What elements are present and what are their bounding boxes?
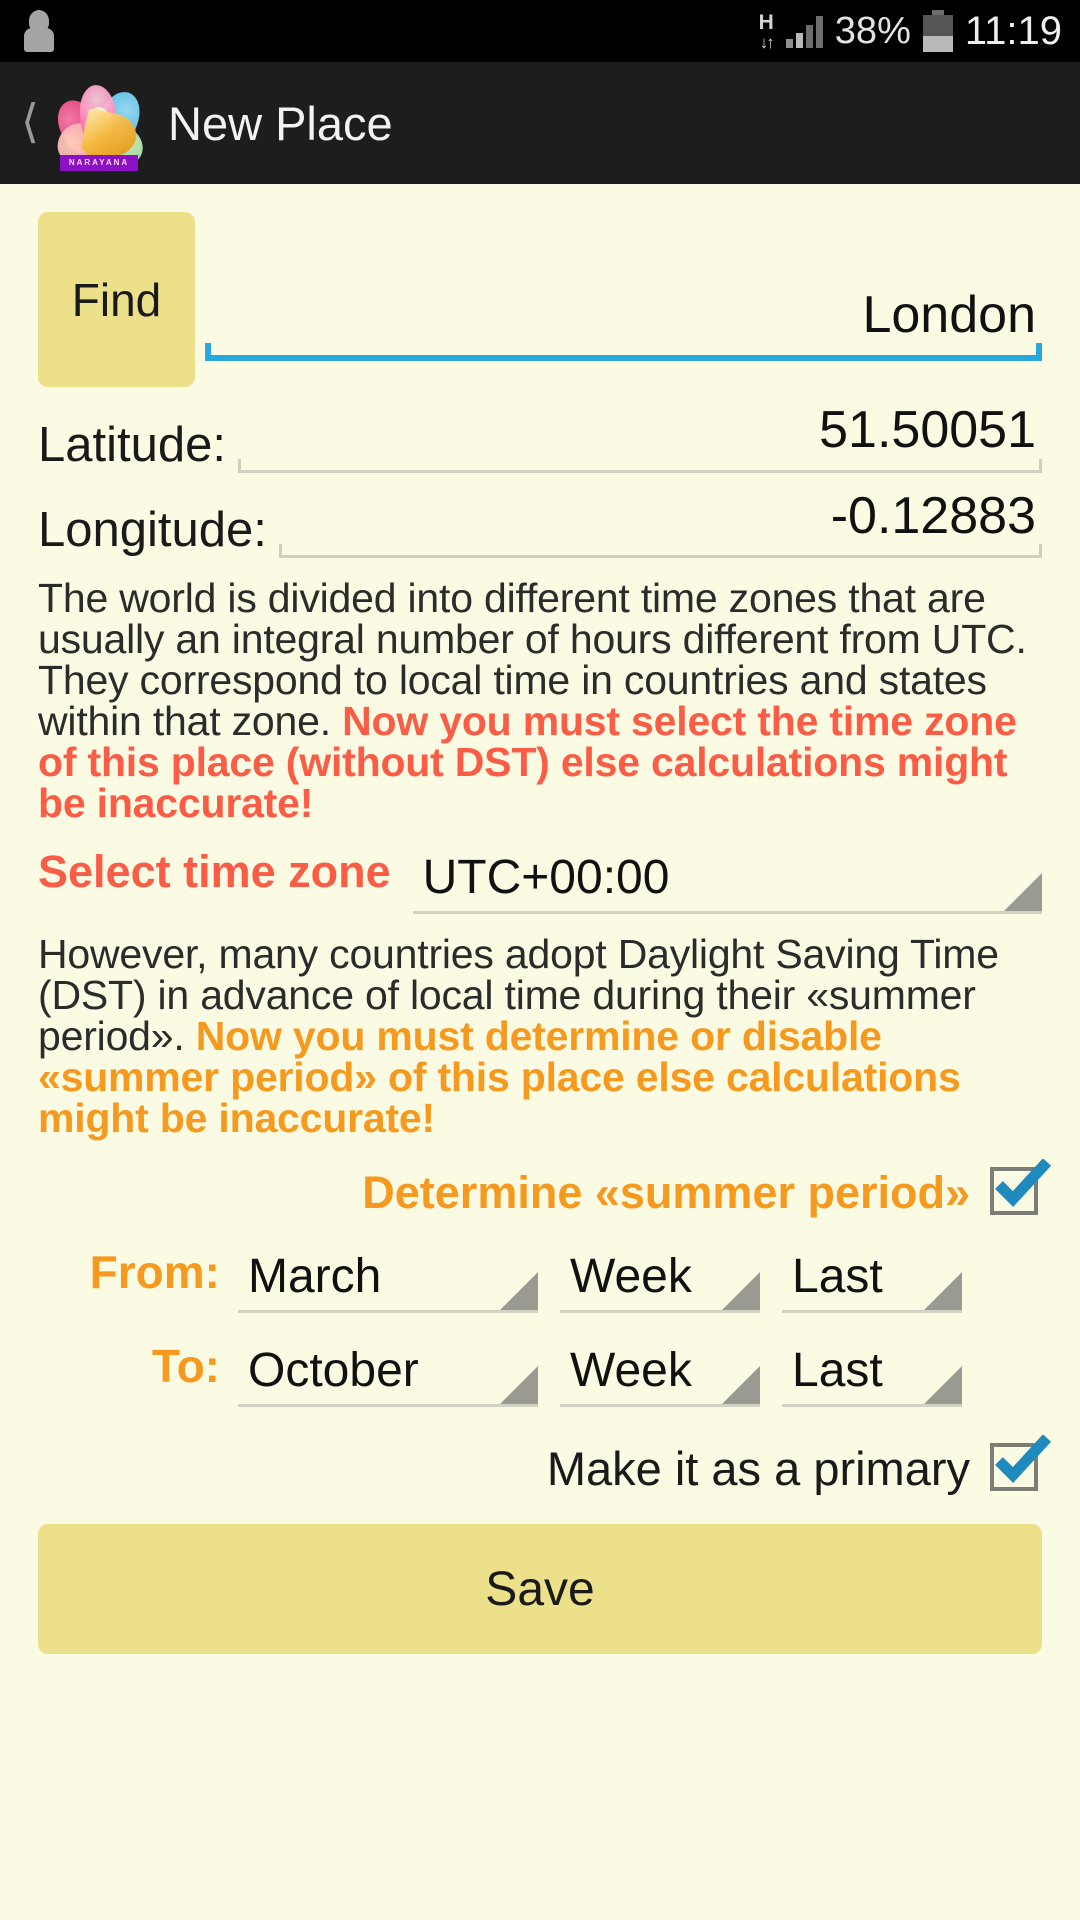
dst-to-month-spinner[interactable]: October (238, 1344, 538, 1408)
action-bar: ⟨ NARAYANA New Place (0, 62, 1080, 184)
spinner-triangle-icon (1004, 873, 1042, 912)
spinner-triangle-icon (722, 1272, 760, 1311)
main-content: Find London Latitude: 51.50051 Longitude… (0, 184, 1080, 1920)
make-primary-row[interactable]: Make it as a primary (38, 1434, 1052, 1496)
back-chevron-icon[interactable]: ⟨ (10, 98, 50, 144)
spinner-triangle-icon (500, 1366, 538, 1405)
status-bar-right: H ↓↑ 38% 11:19 (759, 9, 1062, 54)
make-primary-checkbox[interactable] (990, 1434, 1052, 1495)
city-input[interactable]: London (205, 288, 1042, 343)
timezone-description: The world is divided into different time… (38, 578, 1042, 824)
determine-summer-period-checkbox[interactable] (990, 1159, 1052, 1219)
dst-from-row: From: March Week Last (38, 1245, 1042, 1314)
check-icon (995, 1159, 1052, 1208)
network-type-icon: H ↓↑ (758, 10, 775, 52)
dst-to-row: To: October Week Last (38, 1339, 1042, 1408)
latitude-field-wrapper[interactable]: 51.50051 (238, 403, 1042, 473)
data-arrows-icon: ↓↑ (759, 32, 775, 52)
save-button[interactable]: Save (38, 1524, 1042, 1655)
clock-label: 11:19 (964, 8, 1062, 53)
spinner-triangle-icon (924, 1272, 962, 1311)
dst-to-label: To: (151, 1340, 220, 1393)
timezone-spinner[interactable]: UTC+00:00 (412, 851, 1042, 915)
longitude-label: Longitude: (38, 503, 267, 558)
dst-to-month-value: October (248, 1344, 419, 1398)
battery-percent-label: 38% (834, 9, 911, 52)
longitude-input[interactable]: -0.12883 (279, 488, 1042, 544)
dst-description: However, many countries adopt Daylight S… (38, 934, 1042, 1139)
determine-summer-period-label: Determine «summer period» (362, 1167, 970, 1219)
latitude-label: Latitude: (38, 417, 226, 472)
latitude-input[interactable]: 51.50051 (238, 403, 1042, 458)
battery-icon (922, 10, 953, 52)
check-icon (995, 1434, 1052, 1483)
lotus-logo-icon[interactable]: NARAYANA (49, 77, 151, 173)
find-button[interactable]: Find (38, 212, 195, 387)
dst-to-unit-spinner[interactable]: Week (560, 1345, 760, 1408)
dst-to-ordinal-spinner[interactable]: Last (782, 1345, 962, 1408)
statue-icon (22, 10, 56, 52)
dst-from-month-value: March (248, 1250, 382, 1304)
longitude-row: Longitude: -0.12883 (38, 488, 1043, 559)
find-row: Find London (38, 184, 1042, 387)
longitude-field-wrapper[interactable]: -0.12883 (278, 488, 1043, 559)
status-bar-left (22, 10, 759, 52)
status-bar: H ↓↑ 38% 11:19 (0, 0, 1080, 62)
spinner-triangle-icon (500, 1272, 538, 1311)
city-input-underline (205, 343, 1042, 361)
dst-from-label: From: (89, 1246, 220, 1299)
network-type-label: H (758, 10, 774, 34)
latitude-input-underline (238, 458, 1042, 473)
timezone-select-label: Select time zone (38, 846, 391, 898)
timezone-spinner-value: UTC+00:00 (422, 851, 670, 905)
timezone-select-row: Select time zone UTC+00:00 (38, 846, 1042, 915)
spinner-triangle-icon (722, 1366, 760, 1405)
signal-bars-icon (785, 14, 823, 48)
make-primary-label: Make it as a primary (546, 1442, 970, 1496)
page-title: New Place (168, 96, 393, 150)
logo-ribbon-label: NARAYANA (60, 155, 138, 171)
spinner-triangle-icon (924, 1366, 962, 1405)
longitude-input-underline (278, 544, 1043, 559)
dst-from-month-spinner[interactable]: March (238, 1250, 538, 1314)
latitude-row: Latitude: 51.50051 (38, 403, 1042, 473)
city-field-wrapper[interactable]: London (205, 212, 1042, 387)
dst-from-ordinal-spinner[interactable]: Last (782, 1251, 962, 1314)
determine-summer-period-row[interactable]: Determine «summer period» (38, 1159, 1052, 1219)
dst-from-unit-spinner[interactable]: Week (560, 1251, 760, 1314)
